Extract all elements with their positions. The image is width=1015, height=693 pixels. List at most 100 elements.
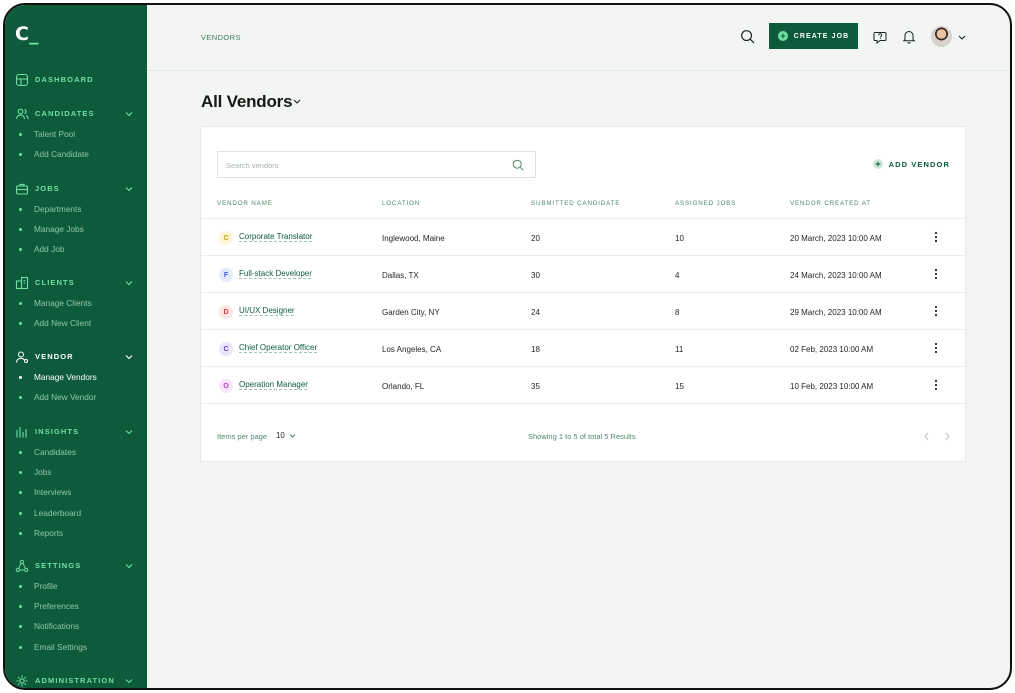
chevron-right-icon[interactable] bbox=[944, 432, 951, 441]
sidebar-section-jobs[interactable]: JOBS bbox=[5, 181, 147, 197]
sidebar-item-manage-jobs[interactable]: Manage Jobs bbox=[5, 223, 147, 237]
sidebar-item-talent-pool[interactable]: Talent Pool bbox=[5, 128, 147, 142]
vendor-assigned-count: 8 bbox=[675, 308, 680, 317]
help-chat-icon[interactable] bbox=[873, 30, 887, 44]
sidebar-item-add-new-client[interactable]: Add New Client bbox=[5, 317, 147, 331]
more-options-icon[interactable] bbox=[932, 267, 940, 281]
sidebar-item-manage-clients[interactable]: Manage Clients bbox=[5, 297, 147, 311]
create-job-label: CREATE JOB bbox=[793, 32, 850, 40]
vendor-name-link[interactable]: Chief Operator Officer bbox=[239, 343, 317, 352]
network-icon bbox=[15, 559, 29, 573]
sidebar-section-vendor[interactable]: VENDOR bbox=[5, 349, 147, 365]
col-location[interactable]: LOCATION bbox=[382, 200, 420, 207]
chevron-down-icon[interactable] bbox=[125, 353, 133, 361]
sidebar-item-label: Preferences bbox=[34, 601, 79, 612]
plus-circle-icon bbox=[872, 159, 883, 169]
more-options-icon[interactable] bbox=[932, 230, 940, 244]
search-icon[interactable] bbox=[740, 29, 755, 44]
sidebar-section-label: CANDIDATES bbox=[35, 109, 95, 118]
sidebar-item-leaderboard[interactable]: Leaderboard bbox=[5, 507, 147, 521]
sidebar-item-label: Add Job bbox=[34, 244, 65, 255]
dashboard-icon bbox=[15, 73, 29, 87]
sidebar-item-manage-vendors[interactable]: Manage Vendors bbox=[5, 371, 147, 385]
vendor-name-link[interactable]: UI/UX Designer bbox=[239, 306, 295, 315]
chevron-down-icon[interactable] bbox=[125, 279, 133, 287]
chevron-down-icon[interactable] bbox=[958, 34, 966, 41]
vendor-initial-badge: O bbox=[219, 379, 233, 393]
table-row[interactable]: C Corporate Translator Inglewood, Maine 20 1… bbox=[201, 219, 965, 256]
col-vendor-name[interactable]: VENDOR NAME bbox=[217, 200, 273, 207]
sidebar-section-dashboard[interactable]: DASHBOARD bbox=[5, 72, 147, 88]
vendor-name-link[interactable]: Full-stack Developer bbox=[239, 269, 312, 278]
sidebar-item-label: Departments bbox=[34, 204, 82, 214]
breadcrumb[interactable]: VENDORS bbox=[201, 33, 241, 42]
sidebar-item-email-settings[interactable]: Email Settings bbox=[5, 641, 147, 655]
sidebar-item-preferences[interactable]: Preferences bbox=[5, 600, 147, 614]
sidebar-section-settings[interactable]: SETTINGS bbox=[5, 558, 147, 574]
sidebar-section-candidates[interactable]: CANDIDATES bbox=[5, 106, 147, 122]
vendor-initial-badge: C bbox=[219, 231, 233, 245]
bell-icon[interactable] bbox=[902, 29, 916, 44]
table-row[interactable]: F Full-stack Developer Dallas, TX 30 4 24 Mar… bbox=[201, 256, 965, 293]
sidebar-item-add-candidate[interactable]: Add Candidate bbox=[5, 148, 147, 162]
chevron-down-icon[interactable] bbox=[125, 110, 133, 118]
sidebar-item-add-job[interactable]: Add Job bbox=[5, 243, 147, 257]
bullet-dot bbox=[19, 645, 22, 649]
sidebar-section-label: DASHBOARD bbox=[35, 75, 94, 84]
sidebar-section-clients[interactable]: CLIENTS bbox=[5, 275, 147, 291]
sidebar-item-profile[interactable]: Profile bbox=[5, 580, 147, 594]
sidebar-item-label: Manage Vendors bbox=[34, 372, 97, 382]
sidebar-section-label: INSIGHTS bbox=[35, 427, 80, 436]
search-vendors-input[interactable] bbox=[226, 158, 506, 172]
vendor-name-link[interactable]: Operation Manager bbox=[239, 380, 308, 389]
building-icon bbox=[15, 276, 29, 290]
sidebar-section-insights[interactable]: INSIGHTS bbox=[5, 424, 147, 440]
sidebar: C_ DASHBOARD CANDIDATES Talent Pool Add Can… bbox=[5, 5, 147, 688]
vendor-name-link[interactable]: Corporate Translator bbox=[239, 232, 312, 241]
sidebar-item-label: Manage Jobs bbox=[34, 224, 84, 235]
bullet-dot bbox=[19, 451, 22, 454]
bullet-dot bbox=[19, 511, 22, 515]
bullet-dot bbox=[19, 153, 22, 157]
sidebar-item-interviews[interactable]: Interviews bbox=[5, 486, 147, 500]
sidebar-item-label: Interviews bbox=[34, 487, 72, 498]
col-assigned-jobs[interactable]: ASSIGNED JOBS bbox=[675, 200, 736, 207]
chevron-left-icon[interactable] bbox=[923, 432, 930, 441]
table-row[interactable]: C Chief Operator Officer Los Angeles, CA 18… bbox=[201, 330, 965, 367]
create-job-button[interactable]: CREATE JOB bbox=[769, 23, 858, 49]
chevron-down-icon[interactable] bbox=[125, 428, 133, 436]
sidebar-item-label: Reports bbox=[34, 527, 64, 538]
table-row[interactable]: O Operation Manager Orlando, FL 35 15 10 Feb,… bbox=[201, 367, 965, 404]
more-options-icon[interactable] bbox=[932, 341, 940, 355]
title-chevron-down-icon[interactable] bbox=[293, 98, 301, 105]
app-logo[interactable]: C_ bbox=[15, 23, 38, 45]
search-vendors-icon[interactable] bbox=[512, 159, 524, 171]
vendor-submitted-count: 30 bbox=[531, 271, 540, 280]
logo-cursor: _ bbox=[28, 23, 39, 45]
items-per-page-value: 10 bbox=[276, 431, 285, 440]
sidebar-item-notifications[interactable]: Notifications bbox=[5, 620, 147, 634]
items-per-page-select[interactable]: 10 bbox=[276, 431, 296, 440]
bullet-dot bbox=[19, 228, 22, 232]
user-avatar[interactable] bbox=[931, 26, 952, 47]
sidebar-item-candidates[interactable]: Candidates bbox=[5, 446, 147, 460]
chevron-down-icon[interactable] bbox=[125, 677, 133, 685]
app-frame: C_ DASHBOARD CANDIDATES Talent Pool Add Can… bbox=[3, 3, 1012, 690]
col-submitted-candidate[interactable]: SUBMITTED CANDIDATE bbox=[531, 200, 620, 207]
bar-chart-icon bbox=[16, 427, 27, 438]
sidebar-item-departments[interactable]: Departments bbox=[5, 203, 147, 217]
more-options-icon[interactable] bbox=[932, 378, 940, 392]
vendor-assigned-count: 15 bbox=[675, 382, 684, 391]
chevron-down-icon[interactable] bbox=[125, 562, 133, 570]
sidebar-item-add-new-vendor[interactable]: Add New Vendor bbox=[5, 391, 147, 405]
sidebar-item-jobs[interactable]: Jobs bbox=[5, 466, 147, 480]
vendor-submitted-count: 18 bbox=[531, 345, 540, 354]
chevron-down-icon[interactable] bbox=[125, 185, 133, 193]
add-vendor-button[interactable]: ADD VENDOR bbox=[872, 158, 950, 170]
more-options-icon[interactable] bbox=[932, 304, 940, 318]
sidebar-section-administration[interactable]: ADMINISTRATION bbox=[5, 673, 147, 688]
page-title: All Vendors bbox=[201, 92, 293, 111]
sidebar-item-reports[interactable]: Reports bbox=[5, 527, 147, 541]
table-row[interactable]: D UI/UX Designer Garden City, NY 24 8 29 Marc… bbox=[201, 293, 965, 330]
col-vendor-created-at[interactable]: VENDOR CREATED AT bbox=[790, 200, 871, 207]
